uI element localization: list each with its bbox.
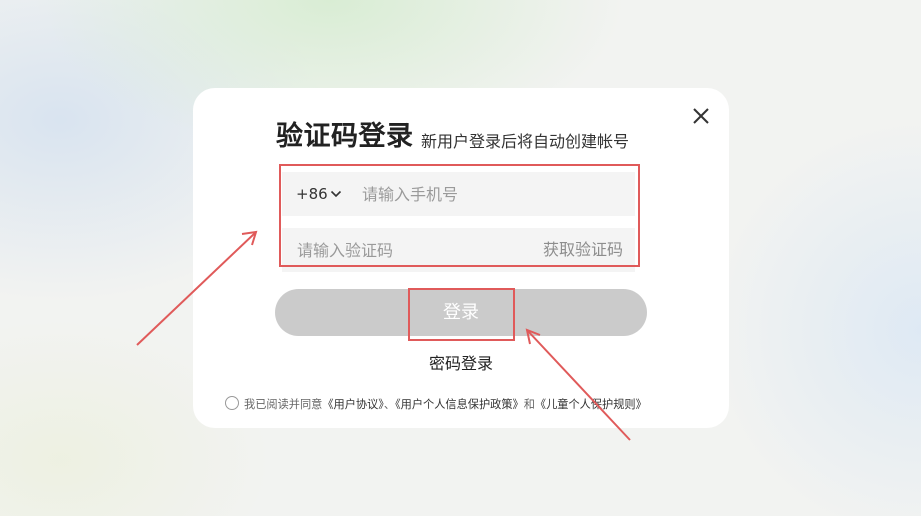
- dialog-title: 验证码登录: [276, 121, 414, 152]
- privacy-policy-link[interactable]: 《用户个人信息保护政策》: [395, 398, 524, 411]
- code-field: 获取验证码: [282, 228, 635, 272]
- agreement-prefix: 我已阅读并同意: [244, 398, 323, 411]
- agreement-conjunction: 和: [523, 398, 535, 411]
- verification-code-input[interactable]: [297, 228, 517, 272]
- password-login-link[interactable]: 密码登录: [400, 350, 522, 374]
- get-code-button[interactable]: 获取验证码: [543, 228, 623, 272]
- chevron-down-icon: [330, 190, 342, 198]
- country-code-select[interactable]: +86: [296, 172, 342, 216]
- dialog-subtitle: 新用户登录后将自动创建帐号: [421, 132, 630, 151]
- login-button-label: 登录: [443, 302, 479, 323]
- country-code-label: +86: [296, 185, 328, 203]
- child-protection-link[interactable]: 《儿童个人保护规则》: [535, 398, 647, 411]
- phone-input[interactable]: [362, 172, 622, 216]
- agreement-radio[interactable]: [225, 396, 239, 410]
- agreement-separator: 、: [383, 398, 396, 411]
- user-agreement-link[interactable]: 《用户协议》: [322, 398, 384, 411]
- agreement-text: 我已阅读并同意《用户协议》、《用户个人信息保护政策》和《儿童个人保护规则》: [244, 396, 647, 412]
- agreement-row: 我已阅读并同意《用户协议》、《用户个人信息保护政策》和《儿童个人保护规则》: [225, 395, 705, 413]
- login-button[interactable]: 登录: [275, 289, 647, 336]
- dialog-header: 验证码登录 新用户登录后将自动创建帐号: [276, 114, 696, 154]
- phone-field: +86: [282, 172, 635, 216]
